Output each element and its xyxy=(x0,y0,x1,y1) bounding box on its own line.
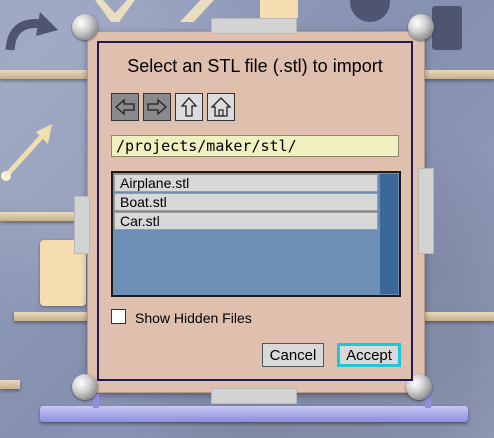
background-shelf xyxy=(420,70,494,79)
corner-knob-top-right xyxy=(408,14,434,40)
back-button[interactable] xyxy=(111,93,139,121)
board-tab-top xyxy=(211,18,297,34)
board-tab-bottom xyxy=(211,388,297,404)
pointer-arrow-icon xyxy=(1,124,52,181)
file-list-scrollbar[interactable] xyxy=(380,174,398,294)
file-list-item[interactable]: Car.stl xyxy=(114,212,378,230)
arrow-up-icon xyxy=(180,97,198,117)
corner-knob-bottom-left xyxy=(72,374,98,400)
bottom-rail xyxy=(40,406,468,422)
background-clipboard-icon xyxy=(432,6,462,50)
path-field[interactable]: /projects/maker/stl/ xyxy=(111,135,399,157)
arrow-left-icon xyxy=(115,98,135,116)
home-button[interactable] xyxy=(207,93,235,121)
cancel-button[interactable]: Cancel xyxy=(262,343,324,367)
accept-button[interactable]: Accept xyxy=(337,343,401,367)
background-shelf xyxy=(14,312,94,321)
show-hidden-files-checkbox[interactable] xyxy=(111,309,126,324)
arrow-right-icon xyxy=(147,98,167,116)
file-list-item[interactable]: Boat.stl xyxy=(114,193,378,211)
home-icon xyxy=(210,97,232,117)
file-list[interactable]: Airplane.stl Boat.stl Car.stl xyxy=(111,171,401,297)
board-tab-left xyxy=(74,196,90,254)
board-tab-right xyxy=(418,168,434,254)
up-button[interactable] xyxy=(175,93,203,121)
rotate-arrow-icon xyxy=(5,12,58,51)
dialog-title: Select an STL file (.stl) to import xyxy=(127,56,383,76)
background-shelf xyxy=(0,70,90,79)
forward-button[interactable] xyxy=(143,93,171,121)
import-stl-dialog: Select an STL file (.stl) to import /pro… xyxy=(97,41,413,381)
background-shelf xyxy=(420,312,494,321)
corner-knob-top-left xyxy=(72,14,98,40)
background-document-icon xyxy=(260,0,298,18)
show-hidden-files-label: Show Hidden Files xyxy=(135,310,252,326)
file-list-item[interactable]: Airplane.stl xyxy=(114,174,378,192)
background-shelf xyxy=(0,380,20,389)
